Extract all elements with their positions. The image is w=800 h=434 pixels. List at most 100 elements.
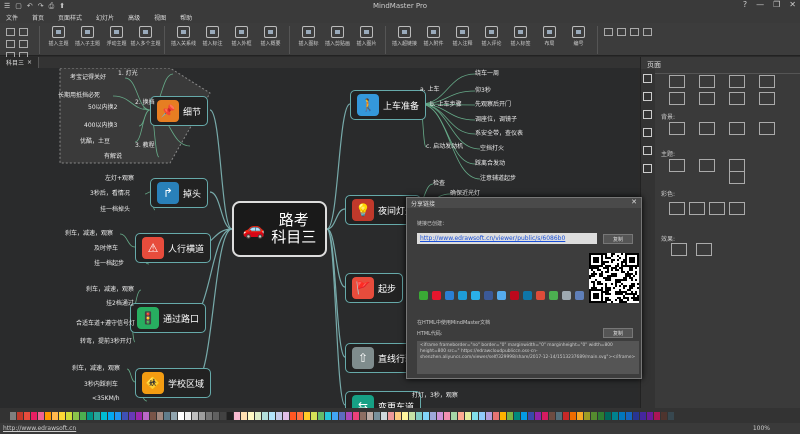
subtopic-text[interactable]: 考宝记得关好 [70,72,106,81]
share-icon[interactable] [549,291,558,300]
color-swatch[interactable] [619,411,625,420]
quick-access-icon[interactable]: ⎙ [49,2,55,11]
ribbon-group[interactable] [0,26,40,60]
color-swatch[interactable] [318,411,324,420]
ribbon-button-label[interactable]: 插入附件 [423,40,443,47]
subtopic-text[interactable]: 3. 教程 [135,140,155,149]
ribbon-button-icon[interactable] [456,26,469,38]
color-swatch[interactable] [444,411,450,420]
close-icon[interactable]: ✕ [631,198,637,206]
color-swatch[interactable] [143,411,149,420]
color-swatch[interactable] [297,411,303,420]
subtopic-text[interactable]: 系安全带，查仪表 [475,128,523,137]
ribbon-button-icon[interactable] [331,26,344,38]
ribbon-button-label[interactable]: 插入注释 [452,40,472,47]
panel-style-icon[interactable] [669,122,685,135]
color-swatch[interactable] [101,411,107,420]
close-icon[interactable]: × [27,59,32,66]
subtopic-text[interactable]: 调座位，调镜子 [475,114,517,123]
color-swatch[interactable] [367,411,373,420]
tool-icon[interactable] [6,40,15,48]
subtopic-text[interactable]: 挂2档通过 [106,298,134,307]
quick-access-icon[interactable]: ↶ [27,2,33,11]
color-swatch[interactable] [549,411,555,420]
ribbon-button-label[interactable]: 插入子主题 [75,40,100,47]
ribbon-button[interactable]: 插入图标 [297,26,320,47]
subtopic-text[interactable]: 刹车，减速，观察 [65,228,113,237]
topic-turn[interactable]: ↱ 掉头 [150,178,209,208]
social-share-icons[interactable] [419,291,584,300]
share-icon[interactable] [458,291,467,300]
ribbon-button-icon[interactable] [264,26,277,38]
color-swatch[interactable] [325,411,331,420]
ribbon-button[interactable]: 插入评论 [480,26,503,47]
topic-label[interactable]: 掉头 [183,187,201,200]
subtopic-text[interactable]: 优酷，土豆 [80,136,110,145]
color-swatch[interactable] [472,411,478,420]
menu-item[interactable]: 视图 [154,13,166,22]
color-swatch[interactable] [416,411,422,420]
subtopic-text[interactable]: 及时停车 [94,243,118,252]
color-swatch[interactable] [59,411,65,420]
ribbon-button-label[interactable]: 插入标签 [510,40,530,47]
ribbon-button-icon[interactable] [235,26,248,38]
color-swatch[interactable] [521,411,527,420]
subtopic-text[interactable]: 长期用抵挡必死 [58,90,100,99]
color-swatch[interactable] [45,411,51,420]
color-swatch[interactable] [451,411,457,420]
color-swatch[interactable] [633,411,639,420]
tool-icon[interactable] [617,28,626,36]
color-swatch[interactable] [178,411,184,420]
window-control-icon[interactable]: — [756,0,764,9]
ribbon-button[interactable]: 浮动主题 [105,26,128,47]
color-swatch[interactable] [500,411,506,420]
tool-icon[interactable] [19,40,28,48]
layout-icon[interactable] [643,92,652,101]
panel-style-icon[interactable] [759,75,775,88]
share-icon[interactable] [510,291,519,300]
color-swatch[interactable] [52,411,58,420]
style-icon[interactable] [643,110,652,119]
subtopic-text[interactable]: <35KM/h [92,395,120,402]
window-controls[interactable]: ? — ❐ ✕ [743,0,796,9]
ribbon-button-label[interactable]: 编号 [573,40,583,47]
document-tab-bar[interactable]: 科目三 × [0,57,640,68]
panel-style-icon[interactable] [759,92,775,105]
ribbon-button-label[interactable]: 插入图片 [356,40,376,47]
ribbon-button[interactable]: 插入超链接 [392,26,417,47]
color-swatch[interactable] [129,411,135,420]
tool-icon[interactable] [604,28,613,36]
color-swatch[interactable] [640,411,646,420]
list-icon[interactable] [643,164,652,173]
color-swatch[interactable] [465,411,471,420]
ribbon-button[interactable]: 插入外框 [230,26,253,47]
window-control-icon[interactable]: ❐ [773,0,780,9]
status-url[interactable]: http://www.edrawsoft.cn [3,425,76,432]
color-swatch[interactable] [423,411,429,420]
share-icon[interactable] [419,291,428,300]
ribbon-button[interactable]: 插入关系线 [171,26,196,47]
quick-access-icon[interactable]: ↷ [38,2,44,11]
menu-bar[interactable]: 文件 首页 页面样式 幻灯片 高级 视图 帮助 [0,12,800,23]
color-swatch[interactable] [283,411,289,420]
panel-style-icon[interactable] [699,75,715,88]
color-swatch[interactable] [479,411,485,420]
panel-style-icon[interactable] [709,202,725,215]
share-link-dialog[interactable]: 分享链接 ✕ 链接已创建： http://www.edrawsoft.cn/vi… [406,197,642,379]
color-swatch[interactable] [556,411,562,420]
color-swatch[interactable] [220,411,226,420]
color-swatch[interactable] [563,411,569,420]
document-tab[interactable]: 科目三 × [0,57,40,68]
subtopic-text[interactable]: 转弯，提前3秒开灯 [80,336,132,345]
color-swatch[interactable] [276,411,282,420]
share-icon[interactable] [536,291,545,300]
ribbon-button-icon[interactable] [572,26,585,38]
share-icon[interactable] [497,291,506,300]
ribbon-group[interactable]: 插入主题 插入子主题 浮动主题 插入多个主题 [40,26,165,54]
outline-icon[interactable] [643,146,652,155]
ribbon-button-label[interactable]: 插入剪贴画 [325,40,350,47]
ribbon-button-icon[interactable] [543,26,556,38]
subtopic-text[interactable]: 有解说 [104,151,122,160]
color-swatch[interactable] [339,411,345,420]
topic-detail[interactable]: 📌 细节 [150,96,209,126]
